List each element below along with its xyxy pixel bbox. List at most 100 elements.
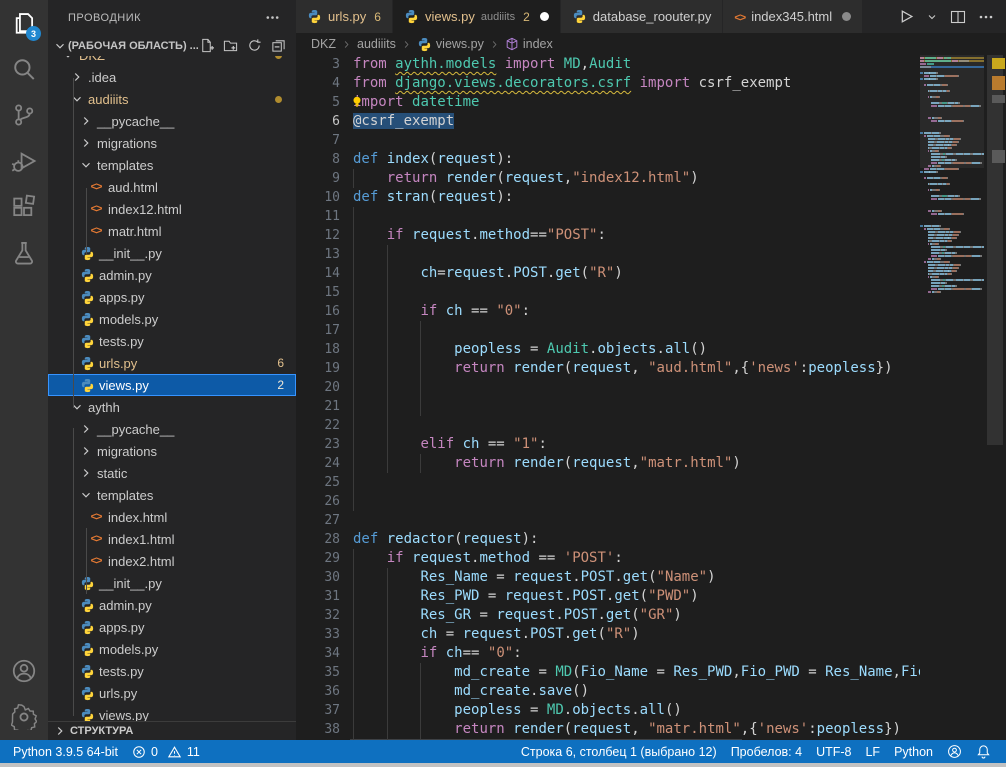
- tree-item-migrations[interactable]: migrations: [48, 440, 296, 462]
- code-line-12[interactable]: 12 if request.method=="POST":: [296, 226, 1006, 245]
- tree-item-apps-py[interactable]: apps.py: [48, 286, 296, 308]
- code-line-31[interactable]: 31 Res_PWD = request.POST.get("PWD"): [296, 587, 1006, 606]
- eol[interactable]: LF: [858, 745, 887, 759]
- code-line-36[interactable]: 36 md_create.save(): [296, 682, 1006, 701]
- tree-item-models-py[interactable]: models.py: [48, 308, 296, 330]
- tree-item-urls-py[interactable]: urls.py6: [48, 352, 296, 374]
- scrollbar-thumb[interactable]: [987, 55, 1003, 445]
- tree-item-urls-py[interactable]: urls.py: [48, 682, 296, 704]
- encoding[interactable]: UTF-8: [809, 745, 858, 759]
- code-line-7[interactable]: 7: [296, 131, 1006, 150]
- code-area[interactable]: 3from aythh.models import MD,Audit4from …: [296, 55, 1006, 740]
- code-line-21[interactable]: 21: [296, 397, 1006, 416]
- indentation[interactable]: Пробелов: 4: [724, 745, 809, 759]
- run-button[interactable]: [897, 8, 914, 25]
- tree-item-apps-py[interactable]: apps.py: [48, 616, 296, 638]
- more-actions-icon[interactable]: [265, 10, 280, 25]
- extensions-icon[interactable]: [0, 184, 48, 230]
- outline-section-header[interactable]: СТРУКТУРА: [48, 721, 296, 740]
- code-line-16[interactable]: 16 if ch == "0":: [296, 302, 1006, 321]
- tree-item-static[interactable]: static: [48, 462, 296, 484]
- tree-item--idea[interactable]: .idea: [48, 66, 296, 88]
- tree-item-admin-py[interactable]: admin.py: [48, 264, 296, 286]
- code-line-18[interactable]: 18 peopless = Audit.objects.all(): [296, 340, 1006, 359]
- code-line-3[interactable]: 3from aythh.models import MD,Audit: [296, 55, 1006, 74]
- minimap[interactable]: [920, 55, 984, 740]
- more-actions-icon[interactable]: [978, 9, 994, 25]
- lightbulb-icon[interactable]: [350, 95, 364, 109]
- code-line-34[interactable]: 34 if ch== "0":: [296, 644, 1006, 663]
- code-line-17[interactable]: 17: [296, 321, 1006, 340]
- code-line-23[interactable]: 23 elif ch == "1":: [296, 435, 1006, 454]
- python-interpreter[interactable]: Python 3.9.5 64-bit: [6, 745, 125, 759]
- search-icon[interactable]: [0, 46, 48, 92]
- tree-item-templates[interactable]: templates: [48, 484, 296, 506]
- run-debug-icon[interactable]: [0, 138, 48, 184]
- code-line-8[interactable]: 8def index(request):: [296, 150, 1006, 169]
- split-editor-icon[interactable]: [950, 9, 966, 25]
- dirty-indicator[interactable]: [842, 12, 851, 21]
- tree-item-index-html[interactable]: <>index.html: [48, 506, 296, 528]
- code-line-38[interactable]: 38 return render(request, "matr.html",{'…: [296, 720, 1006, 739]
- workspace-section-header[interactable]: (РАБОЧАЯ ОБЛАСТЬ) ...: [48, 35, 296, 56]
- source-control-icon[interactable]: [0, 92, 48, 138]
- code-line-9[interactable]: 9 return render(request,"index12.html"): [296, 169, 1006, 188]
- new-file-icon[interactable]: [199, 38, 214, 53]
- feedback-icon[interactable]: [940, 744, 969, 759]
- code-line-28[interactable]: 28def redactor(request):: [296, 530, 1006, 549]
- breadcrumb-item-index[interactable]: index: [505, 37, 553, 51]
- code-line-14[interactable]: 14 ch=request.POST.get("R"): [296, 264, 1006, 283]
- settings-icon[interactable]: [0, 694, 48, 740]
- tab-urls-py[interactable]: urls.py6: [296, 0, 393, 33]
- tree-item--pycache-[interactable]: __pycache__: [48, 110, 296, 132]
- breadcrumb-item-dkz[interactable]: DKZ: [311, 37, 336, 51]
- tree-item-audiiits[interactable]: audiiits: [48, 88, 296, 110]
- code-line-13[interactable]: 13: [296, 245, 1006, 264]
- tree-item-admin-py[interactable]: admin.py: [48, 594, 296, 616]
- code-line-6[interactable]: 6@csrf_exempt: [296, 112, 1006, 131]
- code-line-33[interactable]: 33 ch = request.POST.get("R"): [296, 625, 1006, 644]
- code-line-32[interactable]: 32 Res_GR = request.POST.get("GR"): [296, 606, 1006, 625]
- tree-item-views-py[interactable]: views.py: [48, 704, 296, 722]
- code-line-35[interactable]: 35 md_create = MD(Fio_Name = Res_PWD,Fio…: [296, 663, 1006, 682]
- tab-index345-html[interactable]: <>index345.html: [723, 0, 863, 33]
- code-line-25[interactable]: 25: [296, 473, 1006, 492]
- scrollbar-overview-ruler[interactable]: [984, 55, 1006, 740]
- breadcrumb-item-views-py[interactable]: views.py: [417, 37, 484, 52]
- run-dropdown-icon[interactable]: [926, 11, 938, 23]
- code-line-27[interactable]: 27: [296, 511, 1006, 530]
- refresh-icon[interactable]: [247, 38, 262, 53]
- code-line-5[interactable]: 5import datetime: [296, 93, 1006, 112]
- testing-icon[interactable]: [0, 230, 48, 276]
- code-line-37[interactable]: 37 peopless = MD.objects.all(): [296, 701, 1006, 720]
- code-line-4[interactable]: 4from django.views.decorators.csrf impor…: [296, 74, 1006, 93]
- code-line-22[interactable]: 22: [296, 416, 1006, 435]
- tab-views-py[interactable]: views.pyaudiiits2: [393, 0, 561, 33]
- cursor-position[interactable]: Строка 6, столбец 1 (выбрано 12): [514, 745, 724, 759]
- problems-indicator[interactable]: 0 11: [125, 745, 207, 759]
- tree-item-views-py[interactable]: views.py2: [48, 374, 296, 396]
- code-line-15[interactable]: 15: [296, 283, 1006, 302]
- tree-item-migrations[interactable]: migrations: [48, 132, 296, 154]
- dirty-indicator[interactable]: [540, 12, 549, 21]
- code-line-24[interactable]: 24 return render(request,"matr.html"): [296, 454, 1006, 473]
- code-line-19[interactable]: 19 return render(request, "aud.html",{'n…: [296, 359, 1006, 378]
- tree-item-models-py[interactable]: models.py: [48, 638, 296, 660]
- breadcrumb-item-audiiits[interactable]: audiiits: [357, 37, 396, 51]
- tree-item-aythh[interactable]: aythh: [48, 396, 296, 418]
- code-line-26[interactable]: 26: [296, 492, 1006, 511]
- code-line-29[interactable]: 29 if request.method == 'POST':: [296, 549, 1006, 568]
- language-mode[interactable]: Python: [887, 745, 940, 759]
- tab-database-roouter-py[interactable]: database_roouter.py: [561, 0, 724, 33]
- notifications-bell-icon[interactable]: [969, 744, 998, 759]
- tree-item-dkz[interactable]: DKZ: [48, 56, 296, 66]
- collapse-all-icon[interactable]: [271, 38, 286, 53]
- tree-item-templates[interactable]: templates: [48, 154, 296, 176]
- new-folder-icon[interactable]: [223, 38, 238, 53]
- explorer-icon[interactable]: 3: [0, 0, 48, 46]
- tree-item-tests-py[interactable]: tests.py: [48, 330, 296, 352]
- code-line-10[interactable]: 10def stran(request):: [296, 188, 1006, 207]
- code-line-20[interactable]: 20: [296, 378, 1006, 397]
- code-line-30[interactable]: 30 Res_Name = request.POST.get("Name"): [296, 568, 1006, 587]
- tree-item--pycache-[interactable]: __pycache__: [48, 418, 296, 440]
